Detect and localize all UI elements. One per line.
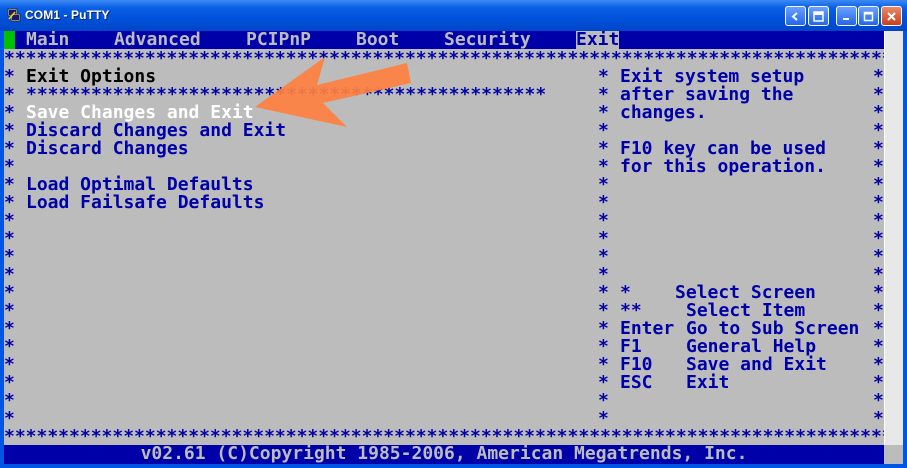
option-load-failsafe-defaults[interactable]: Load Failsafe Defaults bbox=[26, 194, 264, 212]
maximize-button[interactable] bbox=[858, 6, 879, 26]
panel-title: Exit Options bbox=[26, 66, 157, 87]
tab-exit[interactable]: Exit bbox=[576, 31, 620, 49]
minimize-icon bbox=[843, 17, 849, 20]
tab-advanced[interactable]: Advanced bbox=[114, 31, 201, 49]
key-legend-key: ESC bbox=[620, 372, 653, 393]
vertical-scrollbar[interactable] bbox=[884, 31, 903, 464]
tab-main[interactable]: Main bbox=[26, 31, 69, 49]
bios-menu-bar: Main Advanced PCIPnP Boot Security Exit bbox=[4, 31, 884, 49]
help-line-3: changes. bbox=[620, 102, 707, 123]
tab-boot[interactable]: Boot bbox=[356, 31, 399, 49]
option-discard-changes[interactable]: Discard Changes bbox=[26, 140, 189, 158]
frame-asterisk: * bbox=[873, 408, 884, 429]
extra-button[interactable] bbox=[785, 6, 806, 26]
copyright-text: v02.61 (C)Copyright 1985-2006, American … bbox=[140, 443, 748, 464]
key-legend-action: Exit bbox=[686, 372, 730, 393]
tab-pcipnp[interactable]: PCIPnP bbox=[246, 31, 311, 49]
frame-asterisk: * bbox=[4, 408, 15, 429]
window-title: COM1 - PuTTY bbox=[25, 8, 110, 22]
tab-security[interactable]: Security bbox=[444, 31, 531, 49]
window-frame-right bbox=[903, 31, 907, 468]
window-frame-bottom bbox=[0, 464, 907, 468]
scrollbar-thumb[interactable] bbox=[884, 31, 903, 464]
title-bar[interactable]: COM1 - PuTTY bbox=[0, 0, 907, 31]
window-menu-button[interactable] bbox=[808, 6, 829, 26]
copyright-bar: v02.61 (C)Copyright 1985-2006, American … bbox=[4, 445, 884, 464]
terminal-area[interactable]: Main Advanced PCIPnP Boot Security Exit … bbox=[4, 31, 884, 464]
help-note-2: for this operation. bbox=[620, 156, 826, 177]
minimize-button[interactable] bbox=[836, 6, 857, 26]
close-icon bbox=[887, 11, 896, 21]
maximize-icon bbox=[863, 11, 874, 21]
back-icon bbox=[791, 11, 798, 21]
close-button[interactable] bbox=[881, 6, 902, 26]
text-cursor bbox=[4, 31, 15, 49]
window-menu-icon bbox=[813, 10, 824, 22]
frame-asterisk: * bbox=[598, 408, 609, 429]
resize-grip[interactable] bbox=[884, 445, 903, 464]
putty-window: COM1 - PuTTY Main Advanced PCIPnP Boot S… bbox=[0, 0, 907, 468]
putty-app-icon[interactable] bbox=[7, 8, 21, 22]
